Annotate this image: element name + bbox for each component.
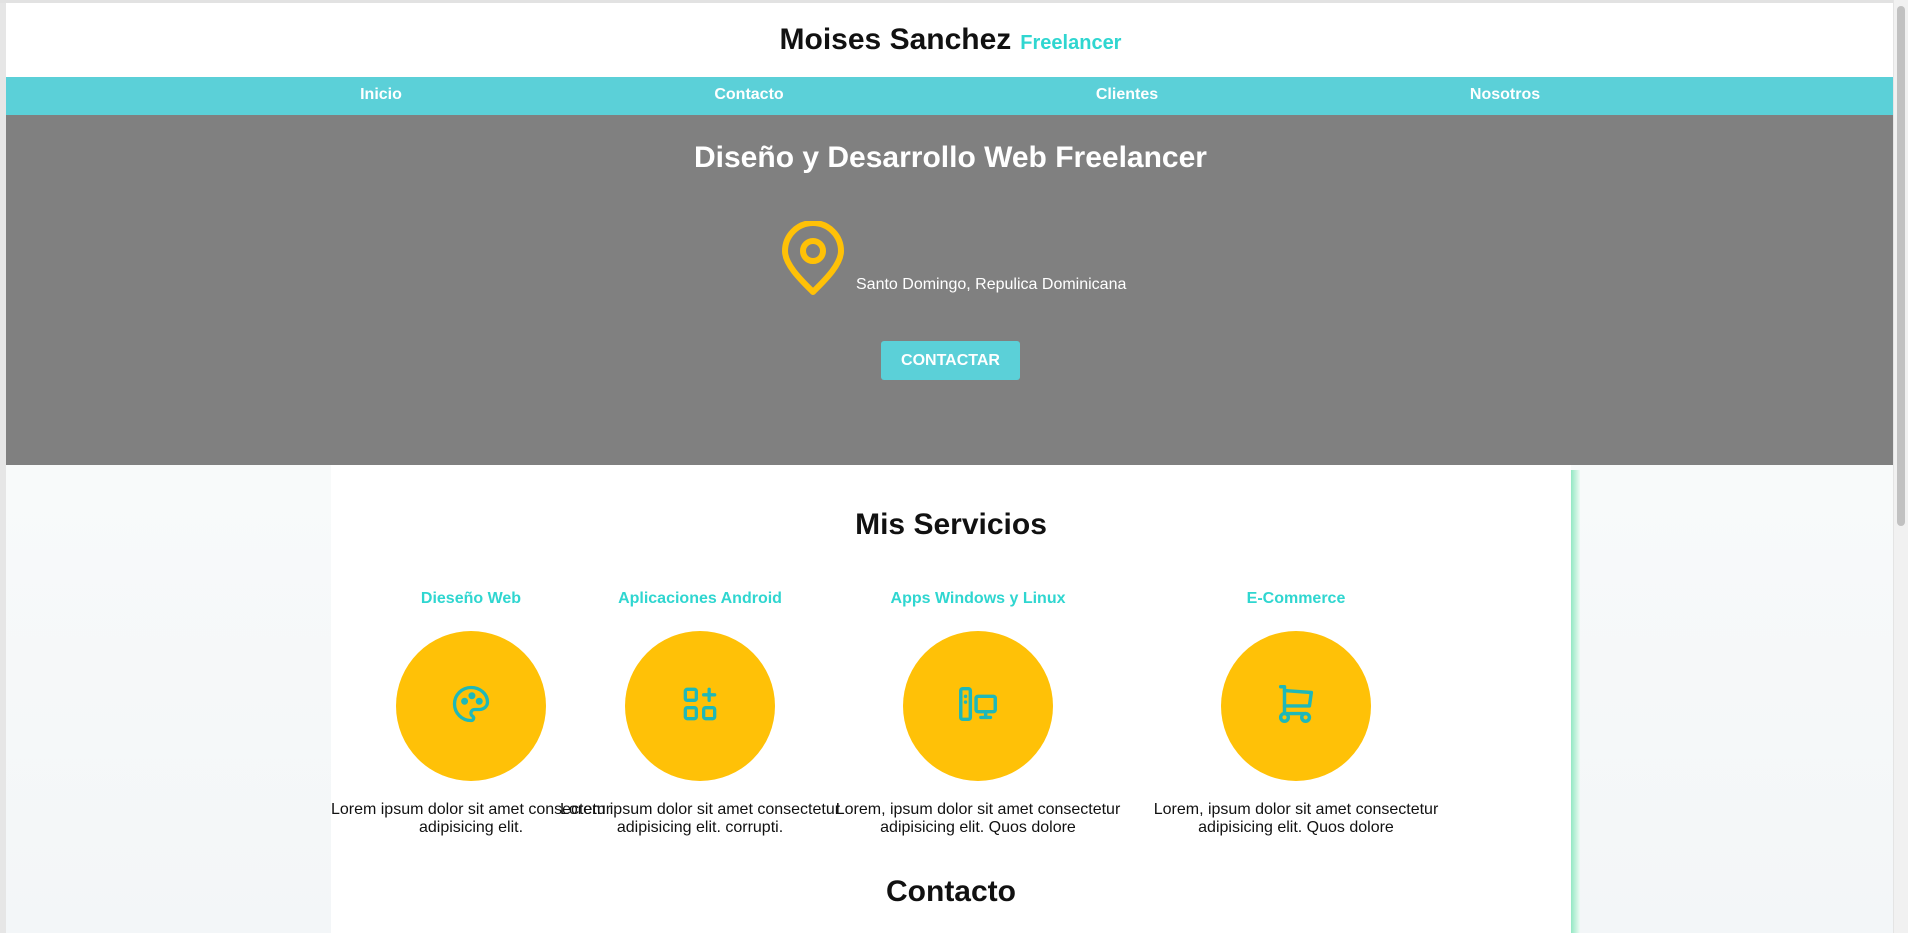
service-icon-circle: [396, 631, 546, 781]
nav-item-nosotros[interactable]: Nosotros: [1470, 77, 1540, 115]
scrollbar-thumb[interactable]: [1897, 6, 1905, 526]
nav-item-clientes[interactable]: Clientes: [1096, 77, 1158, 115]
service-icon-circle: [1221, 631, 1371, 781]
contactar-button[interactable]: CONTACTAR: [881, 341, 1020, 380]
apps-add-icon: [678, 682, 722, 731]
service-title: Apps Windows y Linux: [890, 590, 1066, 607]
location-text: Santo Domingo, Repulica Dominicana: [856, 276, 1127, 293]
service-card: E-Commerce Lorem, ipsum dolor sit amet c…: [1141, 589, 1451, 837]
service-description: Lorem, ipsum dolor sit amet consectetur …: [1153, 801, 1439, 836]
service-card: Apps Windows y Linux Lorem, ipsum dolor …: [823, 589, 1133, 837]
hero-title: Diseño y Desarrollo Web Freelancer: [694, 141, 1207, 174]
service-icon-circle: [625, 631, 775, 781]
palette-icon: [449, 682, 493, 731]
map-pin-icon: [780, 221, 846, 296]
page-scrollbar[interactable]: [1893, 0, 1908, 933]
service-title: E-Commerce: [1246, 590, 1346, 607]
site-subtitle: Freelancer: [1020, 31, 1122, 54]
devices-icon: [955, 681, 1001, 732]
service-description: Lorem, ipsum dolor sit amet consectetur …: [835, 801, 1121, 836]
nav-item-inicio[interactable]: Inicio: [360, 77, 402, 115]
site-header: Moises Sanchez Freelancer: [6, 3, 1895, 77]
service-description: Lorem ipsum dolor sit amet consectetur a…: [559, 801, 841, 836]
service-card: Aplicaciones Android Lorem ipsum dolor s…: [550, 589, 850, 837]
shopping-cart-icon: [1273, 681, 1319, 732]
service-icon-circle: [903, 631, 1053, 781]
hero-location: Santo Domingo, Repulica Dominicana: [780, 221, 1126, 296]
site-title: Moises Sanchez: [779, 23, 1012, 56]
service-title: Aplicaciones Android: [618, 590, 782, 607]
contact-title: Contacto: [886, 875, 1016, 908]
nav-item-contacto[interactable]: Contacto: [714, 77, 783, 115]
content-card: Mis Servicios Dieseño Web Lorem ipsum do…: [331, 465, 1571, 933]
services-title: Mis Servicios: [855, 508, 1047, 541]
page: Moises Sanchez Freelancer Inicio Contact…: [0, 0, 1908, 933]
main-nav: Inicio Contacto Clientes Nosotros: [6, 77, 1895, 115]
hero-section: Diseño y Desarrollo Web Freelancer Santo…: [6, 115, 1895, 465]
card-edge-shadow: [1571, 470, 1580, 933]
